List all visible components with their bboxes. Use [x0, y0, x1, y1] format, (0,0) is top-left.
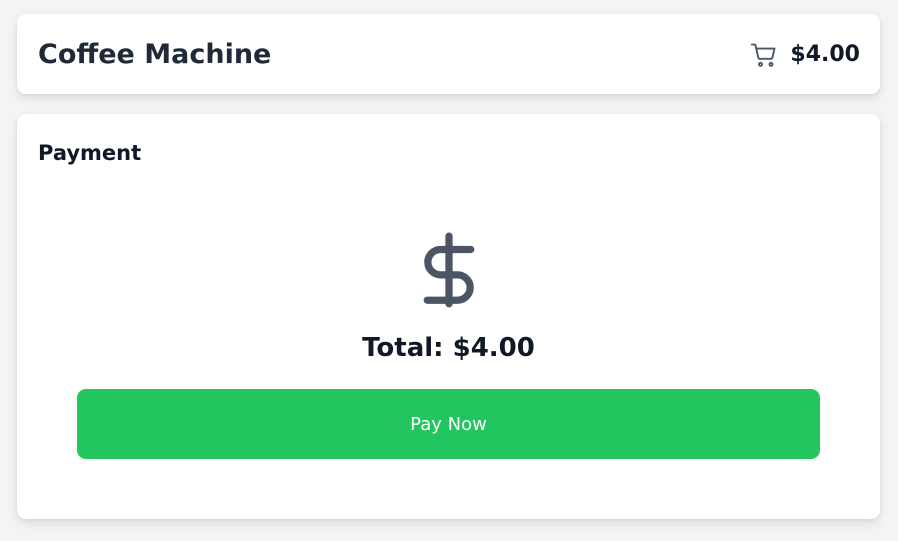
cart-summary[interactable]: $4.00	[750, 39, 860, 71]
payment-title: Payment	[38, 141, 142, 165]
app-title: Coffee Machine	[38, 39, 272, 70]
order-total: Total: $4.00	[17, 330, 880, 366]
payment-card: Payment Total: $4.00 Pay Now	[17, 114, 880, 519]
shopping-cart-icon[interactable]	[750, 41, 778, 69]
total-amount: $4.00	[452, 333, 535, 363]
app-header: Coffee Machine $4.00	[17, 14, 880, 94]
pay-now-button[interactable]: Pay Now	[77, 389, 820, 459]
total-label: Total:	[362, 333, 444, 363]
dollar-sign-icon	[423, 232, 475, 308]
cart-total: $4.00	[790, 42, 860, 67]
